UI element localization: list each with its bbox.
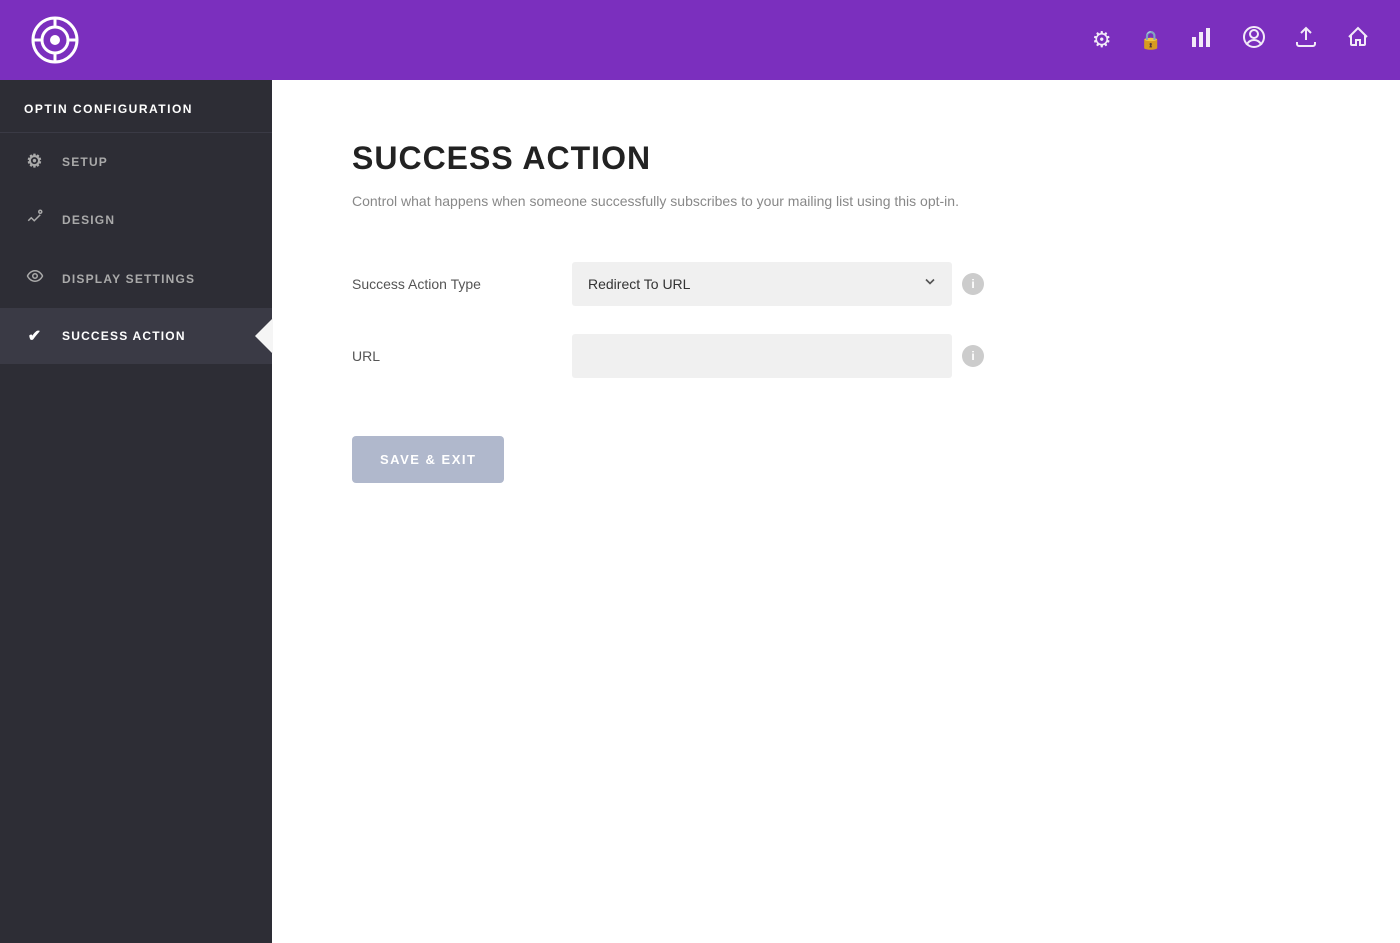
upload-icon[interactable] (1294, 25, 1318, 55)
sidebar-item-label: SETUP (62, 155, 248, 169)
success-action-type-label: Success Action Type (352, 276, 572, 292)
gear-icon: ⚙ (24, 151, 46, 172)
page-title: SUCCESS ACTION (352, 140, 1320, 177)
chart-icon[interactable] (1190, 25, 1214, 55)
home-icon[interactable] (1346, 25, 1370, 55)
success-action-type-select-wrapper: Redirect To URL Show Message (572, 262, 952, 306)
sidebar-section-title: OPTIN CONFIGURATION (0, 80, 272, 133)
sidebar-item-label: DESIGN (62, 213, 248, 227)
save-exit-button[interactable]: SAVE & EXIT (352, 436, 504, 483)
sidebar-item-display-settings[interactable]: DISPLAY SETTINGS (0, 249, 272, 308)
sidebar: OPTIN CONFIGURATION ⚙ SETUP DESIGN DISPL… (0, 80, 272, 943)
sidebar-item-setup[interactable]: ⚙ SETUP (0, 133, 272, 190)
topnav-icon-group: ⚙ 🔒 (1092, 25, 1370, 55)
url-input[interactable] (572, 334, 952, 378)
info-icon-action-type[interactable]: i (962, 273, 984, 295)
sidebar-item-design[interactable]: DESIGN (0, 190, 272, 249)
page-description: Control what happens when someone succes… (352, 191, 1320, 212)
active-arrow (255, 318, 273, 354)
eye-icon (24, 267, 46, 290)
success-action-type-control: Redirect To URL Show Message i (572, 262, 984, 306)
user-circle-icon[interactable] (1242, 25, 1266, 55)
main-layout: OPTIN CONFIGURATION ⚙ SETUP DESIGN DISPL… (0, 80, 1400, 943)
app-logo[interactable] (30, 15, 80, 65)
sidebar-item-label: DISPLAY SETTINGS (62, 272, 248, 286)
lock-icon[interactable]: 🔒 (1140, 30, 1162, 51)
check-icon: ✔ (24, 326, 46, 346)
sidebar-item-label: SUCCESS ACTION (62, 329, 248, 343)
main-content-area: SUCCESS ACTION Control what happens when… (272, 80, 1400, 943)
settings-icon[interactable]: ⚙ (1092, 27, 1112, 53)
success-action-type-select[interactable]: Redirect To URL Show Message (572, 262, 952, 306)
info-icon-url[interactable]: i (962, 345, 984, 367)
top-navigation: ⚙ 🔒 (0, 0, 1400, 80)
url-row: URL i (352, 334, 1320, 378)
url-control: i (572, 334, 984, 378)
success-action-type-row: Success Action Type Redirect To URL Show… (352, 262, 1320, 306)
sidebar-item-success-action[interactable]: ✔ SUCCESS ACTION (0, 308, 272, 364)
design-icon (24, 208, 46, 231)
url-label: URL (352, 348, 572, 364)
